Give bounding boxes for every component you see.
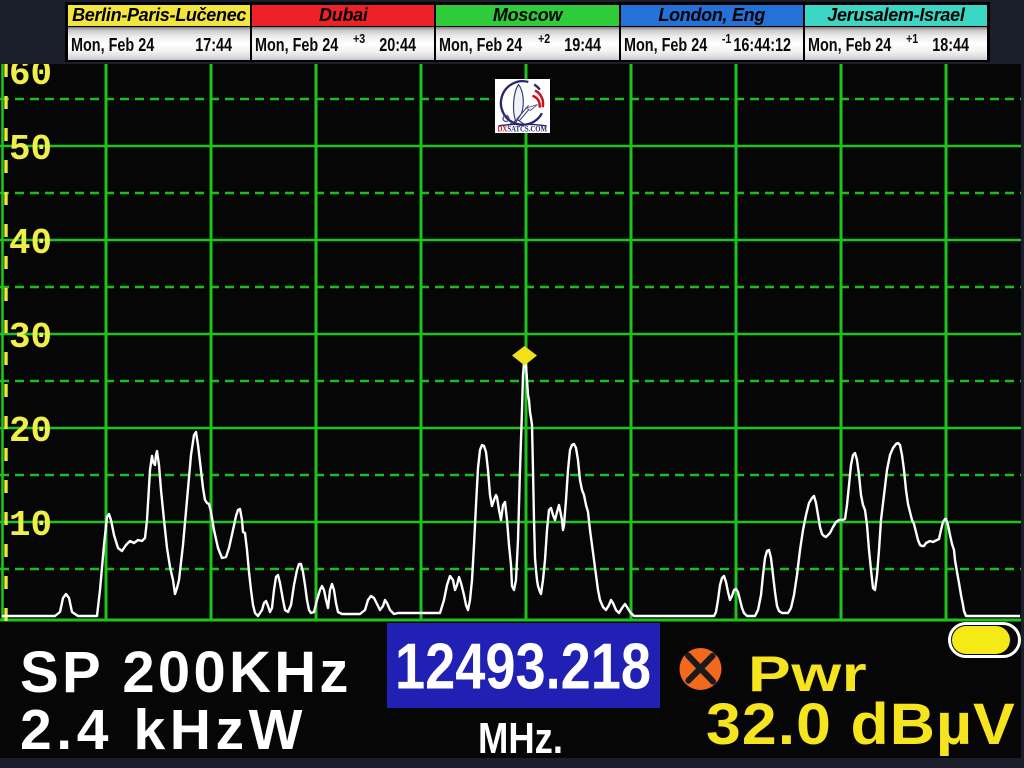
svg-text:12493.218: 12493.218 — [395, 631, 651, 703]
svg-text:50: 50 — [9, 129, 52, 170]
svg-text:20: 20 — [9, 411, 52, 452]
svg-text:MHz.: MHz. — [478, 715, 563, 760]
svg-text:40: 40 — [9, 223, 52, 264]
svg-text:10: 10 — [9, 505, 52, 546]
svg-text:DXSATCS.COM: DXSATCS.COM — [498, 124, 548, 133]
svg-text:30: 30 — [9, 317, 52, 358]
svg-text:60: 60 — [9, 64, 52, 95]
